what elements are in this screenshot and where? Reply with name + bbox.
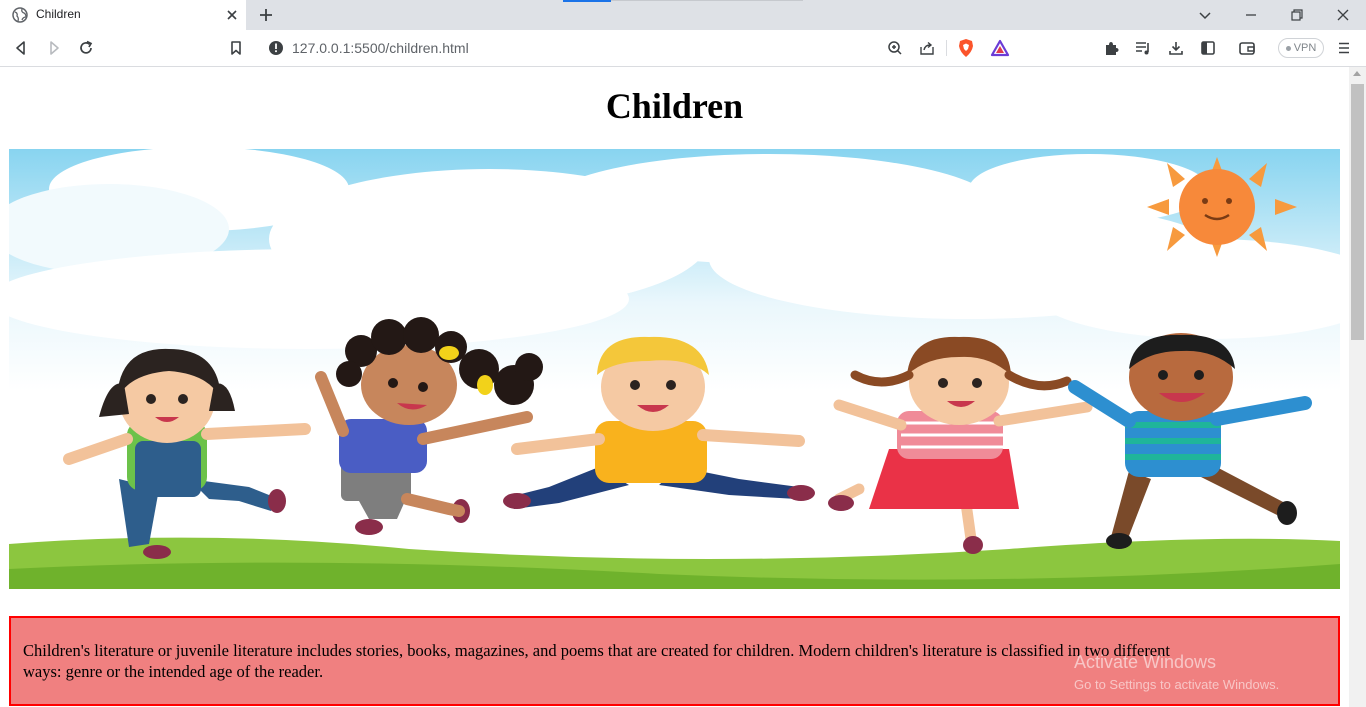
wallet-icon[interactable] bbox=[1238, 39, 1256, 57]
info-paragraph: Children's literature or juvenile litera… bbox=[23, 641, 1170, 681]
page-viewport: Children Children's literature or juveni… bbox=[0, 67, 1349, 707]
plus-icon[interactable] bbox=[258, 7, 274, 23]
watermark-line-1: Activate Windows bbox=[1074, 652, 1217, 672]
vpn-button[interactable]: VPN bbox=[1278, 38, 1324, 58]
info-icon[interactable] bbox=[268, 40, 284, 56]
brave-shield-icon[interactable] bbox=[956, 38, 976, 58]
forward-icon[interactable] bbox=[45, 39, 63, 57]
menu-icon[interactable] bbox=[1335, 39, 1353, 57]
address-divider bbox=[946, 40, 947, 56]
tab-children[interactable]: Children bbox=[0, 0, 246, 30]
page-title: Children bbox=[605, 86, 744, 126]
address-bar[interactable]: 127.0.0.1:5500/children.html bbox=[258, 34, 1018, 62]
extensions-icon[interactable] bbox=[1102, 39, 1120, 57]
url-text[interactable]: 127.0.0.1:5500/children.html bbox=[292, 40, 469, 56]
bookmark-icon[interactable] bbox=[227, 39, 245, 57]
vpn-label: VPN bbox=[1293, 42, 1317, 54]
back-icon[interactable] bbox=[12, 39, 30, 57]
watermark-line-2: Go to Settings to activate Windows. bbox=[1074, 677, 1280, 692]
close-window-icon[interactable] bbox=[1334, 6, 1352, 24]
tab-loading-bar bbox=[563, 0, 611, 2]
vertical-scrollbar[interactable] bbox=[1349, 67, 1366, 707]
tab-strip: Children bbox=[0, 0, 1366, 30]
sidebar-icon[interactable] bbox=[1199, 39, 1217, 57]
scrollbar-thumb[interactable] bbox=[1351, 84, 1364, 340]
brave-rewards-icon[interactable] bbox=[990, 38, 1010, 58]
tab-title: Children bbox=[36, 7, 81, 21]
download-icon[interactable] bbox=[1167, 39, 1185, 57]
reload-icon[interactable] bbox=[77, 39, 95, 57]
browser-toolbar: 127.0.0.1:5500/children.html VPN bbox=[0, 30, 1366, 67]
zoom-icon[interactable] bbox=[886, 39, 904, 57]
tab-loading-track bbox=[611, 0, 803, 1]
vpn-status-dot bbox=[1285, 45, 1291, 51]
children-hero-image bbox=[9, 149, 1340, 589]
activate-windows-watermark: Activate Windows Go to Settings to activ… bbox=[1074, 652, 1279, 692]
globe-icon bbox=[12, 7, 28, 23]
playlist-icon[interactable] bbox=[1134, 39, 1152, 57]
close-icon[interactable] bbox=[224, 7, 240, 23]
scroll-up-arrow-icon[interactable] bbox=[1353, 71, 1361, 76]
minimize-icon[interactable] bbox=[1242, 6, 1260, 24]
share-icon[interactable] bbox=[918, 39, 936, 57]
restore-icon[interactable] bbox=[1288, 6, 1306, 24]
chevron-down-icon[interactable] bbox=[1196, 6, 1214, 24]
